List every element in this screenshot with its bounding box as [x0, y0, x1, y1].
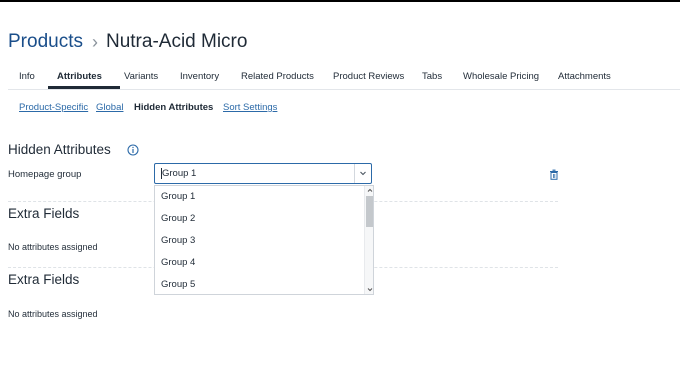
extra-fields-empty-text: No attributes assigned [8, 242, 98, 252]
info-circle-icon[interactable] [127, 144, 139, 156]
hidden-attributes-title: Hidden Attributes [8, 142, 111, 157]
tab-related-products[interactable]: Related Products [241, 66, 314, 88]
subtab-hidden-attributes[interactable]: Hidden Attributes [134, 101, 213, 115]
active-tab-indicator [48, 86, 120, 89]
tab-info[interactable]: Info [19, 66, 35, 88]
trash-icon[interactable] [549, 169, 559, 180]
dropdown-option[interactable]: Group 1 [155, 186, 365, 208]
scroll-up-arrow-icon[interactable] [365, 186, 374, 195]
chevron-down-icon [360, 171, 366, 176]
subtab-sort-settings[interactable]: Sort Settings [223, 101, 277, 115]
subtab-product-specific[interactable]: Product-Specific [19, 101, 88, 115]
extra-fields-empty-text: No attributes assigned [8, 309, 98, 319]
select-toggle-button[interactable] [354, 164, 371, 183]
tab-attachments[interactable]: Attachments [558, 66, 611, 88]
breadcrumb-products-link[interactable]: Products [8, 31, 83, 53]
breadcrumb: Products › Nutra-Acid Micro [8, 30, 247, 54]
scroll-thumb[interactable] [366, 196, 373, 227]
subtab-global[interactable]: Global [96, 101, 123, 115]
dropdown-option[interactable]: Group 5 [155, 274, 365, 294]
tab-tabs[interactable]: Tabs [422, 66, 442, 88]
extra-fields-title: Extra Fields [8, 272, 80, 287]
homepage-group-select[interactable]: Group 1 [154, 163, 372, 184]
dropdown-scrollbar[interactable] [364, 186, 374, 294]
scroll-down-arrow-icon[interactable] [365, 285, 374, 294]
tab-inventory[interactable]: Inventory [180, 66, 219, 88]
homepage-group-dropdown[interactable]: Group 1 Group 2 Group 3 Group 4 Group 5 [154, 185, 374, 295]
dropdown-option[interactable]: Group 3 [155, 230, 365, 252]
tab-variants[interactable]: Variants [124, 66, 158, 88]
dropdown-option[interactable]: Group 2 [155, 208, 365, 230]
homepage-group-label: Homepage group [8, 169, 82, 180]
extra-fields-title: Extra Fields [8, 206, 80, 221]
tab-wholesale-pricing[interactable]: Wholesale Pricing [463, 66, 539, 88]
top-border [0, 0, 680, 2]
dropdown-option[interactable]: Group 4 [155, 252, 365, 274]
breadcrumb-separator: › [91, 31, 98, 52]
tab-product-reviews[interactable]: Product Reviews [333, 66, 404, 88]
page-title: Nutra-Acid Micro [105, 31, 248, 52]
select-value: Group 1 [162, 168, 197, 179]
tab-attributes[interactable]: Attributes [57, 66, 102, 88]
main-tabs: Info Attributes Variants Inventory Relat… [8, 66, 680, 90]
